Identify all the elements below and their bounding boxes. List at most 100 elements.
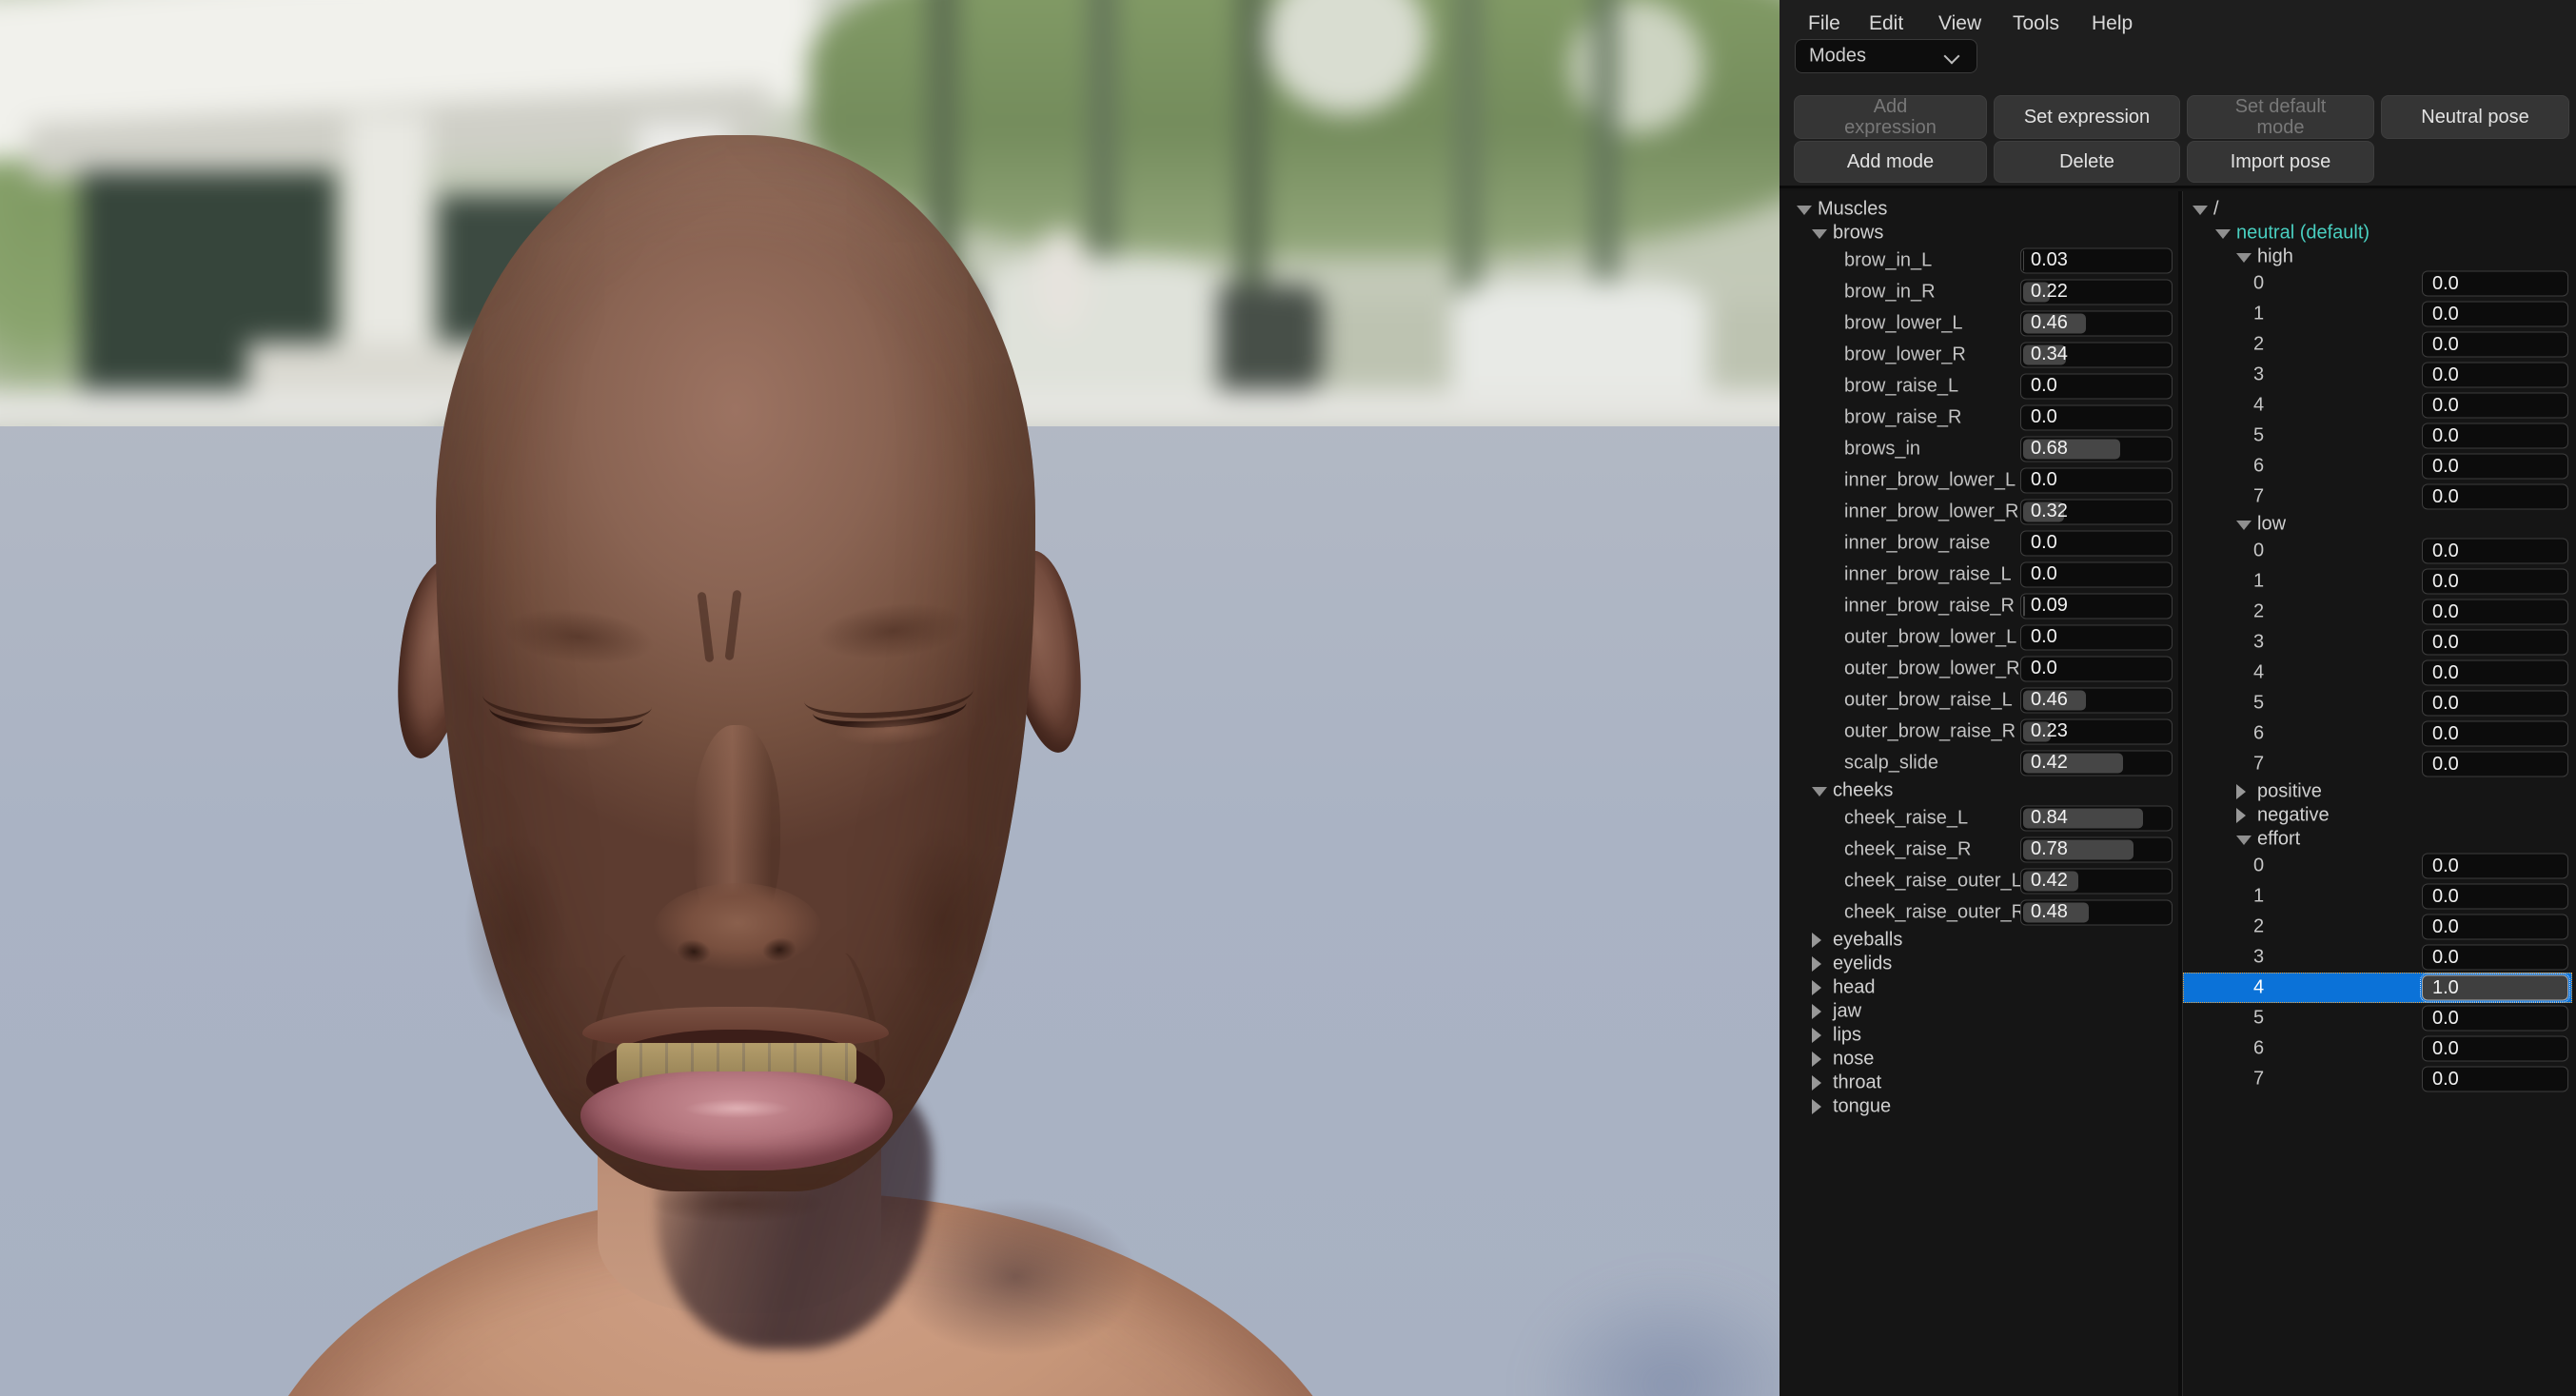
expand-triangle-icon[interactable]: [1812, 1028, 1821, 1043]
menu-item-help[interactable]: Help: [2092, 12, 2133, 35]
muscle-slider[interactable]: 0.34: [2020, 342, 2173, 367]
muscle-tree-row[interactable]: brow_in_L0.03: [1780, 245, 2178, 276]
mode-tree-row[interactable]: 20.0: [2183, 329, 2572, 360]
muscle-tree-row[interactable]: inner_brow_lower_R0.32: [1780, 496, 2178, 527]
mode-tree-row[interactable]: 10.0: [2183, 299, 2572, 329]
mode-tree-row[interactable]: effort: [2183, 827, 2572, 851]
muscle-tree-row[interactable]: brow_lower_R0.34: [1780, 339, 2178, 370]
expand-triangle-icon[interactable]: [1812, 933, 1821, 948]
muscle-slider[interactable]: 0.0: [2020, 624, 2173, 650]
muscle-slider[interactable]: 0.0: [2020, 561, 2173, 587]
menu-item-view[interactable]: View: [1938, 12, 1981, 35]
value-input[interactable]: 0.0: [2422, 854, 2568, 879]
mode-tree-row[interactable]: negative: [2183, 803, 2572, 827]
mode-tree-row[interactable]: 00.0: [2183, 536, 2572, 566]
muscle-slider[interactable]: 0.0: [2020, 404, 2173, 430]
mode-tree-row[interactable]: 70.0: [2183, 749, 2572, 779]
value-input[interactable]: 0.0: [2422, 454, 2568, 480]
muscle-slider[interactable]: 0.68: [2020, 436, 2173, 462]
value-input[interactable]: 0.0: [2422, 630, 2568, 656]
value-input[interactable]: 0.0: [2422, 600, 2568, 625]
value-input[interactable]: 0.0: [2422, 752, 2568, 777]
add-mode-button[interactable]: Add mode: [1794, 141, 1987, 183]
add-expression-button[interactable]: Add expression: [1794, 95, 1987, 139]
menu-item-tools[interactable]: Tools: [2013, 12, 2059, 35]
collapse-triangle-icon[interactable]: [2236, 253, 2252, 263]
mode-tree-row[interactable]: 10.0: [2183, 566, 2572, 597]
value-input[interactable]: 0.0: [2422, 914, 2568, 940]
muscle-tree-row[interactable]: cheek_raise_R0.78: [1780, 834, 2178, 865]
expand-triangle-icon[interactable]: [1812, 980, 1821, 995]
value-input[interactable]: 0.0: [2422, 945, 2568, 971]
mode-tree-row[interactable]: low: [2183, 512, 2572, 536]
muscle-slider[interactable]: 0.23: [2020, 718, 2173, 744]
value-input[interactable]: 0.0: [2422, 1067, 2568, 1092]
value-input[interactable]: 0.0: [2422, 884, 2568, 910]
delete-button[interactable]: Delete: [1994, 141, 2180, 183]
mode-tree-row[interactable]: 20.0: [2183, 912, 2572, 942]
value-input[interactable]: 0.0: [2422, 721, 2568, 747]
value-input[interactable]: 0.0: [2422, 569, 2568, 595]
muscle-slider[interactable]: 0.0: [2020, 530, 2173, 556]
menu-item-edit[interactable]: Edit: [1869, 12, 1903, 35]
value-input[interactable]: 0.0: [2422, 484, 2568, 510]
collapse-triangle-icon[interactable]: [2193, 206, 2208, 215]
mode-tree-row[interactable]: /: [2183, 197, 2572, 221]
muscle-tree-row[interactable]: Muscles: [1780, 197, 2178, 221]
muscle-slider[interactable]: 0.84: [2020, 805, 2173, 831]
viewport-3d[interactable]: [0, 0, 1780, 1396]
collapse-triangle-icon[interactable]: [2215, 229, 2231, 239]
muscle-tree-row[interactable]: inner_brow_raise_R0.09: [1780, 590, 2178, 621]
muscle-tree-row[interactable]: inner_brow_lower_L0.0: [1780, 464, 2178, 496]
muscle-tree-row[interactable]: brow_lower_L0.46: [1780, 307, 2178, 339]
muscle-tree-row[interactable]: inner_brow_raise0.0: [1780, 527, 2178, 559]
mode-tree-row[interactable]: 50.0: [2183, 1003, 2572, 1033]
expand-triangle-icon[interactable]: [2236, 808, 2246, 823]
mode-tree-row[interactable]: 00.0: [2183, 268, 2572, 299]
muscle-tree-row[interactable]: brow_raise_R0.0: [1780, 402, 2178, 433]
mode-tree-row[interactable]: 30.0: [2183, 360, 2572, 390]
muscle-slider[interactable]: 0.46: [2020, 310, 2173, 336]
muscle-tree-row[interactable]: brows: [1780, 221, 2178, 245]
muscle-slider[interactable]: 0.46: [2020, 687, 2173, 713]
mode-tree-row[interactable]: 50.0: [2183, 688, 2572, 718]
value-input[interactable]: 0.0: [2422, 423, 2568, 449]
expand-triangle-icon[interactable]: [1812, 1099, 1821, 1114]
muscle-tree-row[interactable]: eyeballs: [1780, 928, 2178, 952]
muscle-slider[interactable]: 0.0: [2020, 656, 2173, 681]
mode-tree-row[interactable]: 10.0: [2183, 881, 2572, 912]
muscle-slider[interactable]: 0.48: [2020, 899, 2173, 925]
value-input[interactable]: 0.0: [2422, 271, 2568, 297]
value-input[interactable]: 0.0: [2422, 332, 2568, 358]
muscle-tree-row[interactable]: cheek_raise_outer_L0.42: [1780, 865, 2178, 896]
expand-triangle-icon[interactable]: [2236, 784, 2246, 799]
mode-tree-row[interactable]: 00.0: [2183, 851, 2572, 881]
collapse-triangle-icon[interactable]: [2236, 521, 2252, 530]
collapse-triangle-icon[interactable]: [1797, 206, 1812, 215]
value-input[interactable]: 0.0: [2422, 363, 2568, 388]
mode-tree-row[interactable]: 40.0: [2183, 658, 2572, 688]
collapse-triangle-icon[interactable]: [1812, 229, 1827, 239]
muscle-tree-row[interactable]: tongue: [1780, 1094, 2178, 1118]
collapse-triangle-icon[interactable]: [2236, 836, 2252, 845]
value-input[interactable]: 0.0: [2422, 302, 2568, 327]
muscle-slider[interactable]: 0.42: [2020, 868, 2173, 894]
mode-tree-row[interactable]: 40.0: [2183, 390, 2572, 421]
muscle-tree-row[interactable]: eyelids: [1780, 952, 2178, 975]
muscle-tree-row[interactable]: brow_raise_L0.0: [1780, 370, 2178, 402]
muscle-tree-row[interactable]: outer_brow_lower_L0.0: [1780, 621, 2178, 653]
muscle-tree-row[interactable]: lips: [1780, 1023, 2178, 1047]
neutral-pose-button[interactable]: Neutral pose: [2381, 95, 2569, 139]
value-input[interactable]: 0.0: [2422, 539, 2568, 564]
mode-tree-row[interactable]: 60.0: [2183, 451, 2572, 482]
muscle-tree-row[interactable]: scalp_slide0.42: [1780, 747, 2178, 778]
value-input[interactable]: 0.0: [2422, 691, 2568, 717]
muscle-tree-row[interactable]: brows_in0.68: [1780, 433, 2178, 464]
muscle-slider[interactable]: 0.0: [2020, 467, 2173, 493]
menu-item-file[interactable]: File: [1808, 12, 1840, 35]
muscle-tree-row[interactable]: outer_brow_raise_L0.46: [1780, 684, 2178, 716]
value-input[interactable]: 0.0: [2422, 393, 2568, 419]
muscle-slider[interactable]: 0.09: [2020, 593, 2173, 619]
value-input[interactable]: 1.0: [2422, 975, 2568, 1001]
muscle-tree-row[interactable]: head: [1780, 975, 2178, 999]
